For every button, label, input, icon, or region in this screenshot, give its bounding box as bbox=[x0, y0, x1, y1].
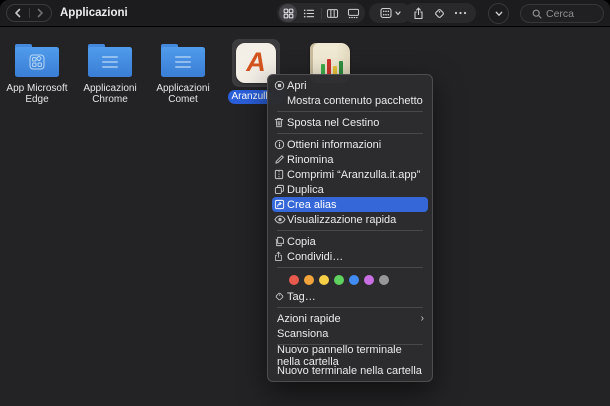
window-title: Applicazioni bbox=[60, 7, 128, 19]
forward-button[interactable] bbox=[30, 5, 52, 21]
tag-green[interactable] bbox=[334, 275, 344, 285]
toolbar-overflow-button[interactable] bbox=[488, 3, 509, 24]
file-item-applicazioni-chrome[interactable]: Applicazioni Chrome bbox=[73, 44, 147, 105]
menu-item-azioni-rapide[interactable]: Azioni rapide › bbox=[268, 311, 432, 326]
tag-red[interactable] bbox=[289, 275, 299, 285]
group-by-icon bbox=[379, 7, 392, 19]
ellipsis-icon bbox=[454, 11, 467, 15]
grid-view-icon bbox=[283, 8, 294, 19]
file-label: Applicazioni Comet bbox=[156, 83, 210, 105]
chevron-down-small-icon bbox=[394, 10, 401, 16]
share-icon bbox=[274, 251, 287, 262]
file-label: App Microsoft Edge bbox=[6, 83, 68, 105]
copy-icon bbox=[274, 236, 287, 247]
menu-separator bbox=[277, 133, 423, 134]
menu-item-mostra-contenuto-pacchetto[interactable]: Mostra contenuto pacchetto bbox=[268, 93, 432, 108]
tag-icon bbox=[274, 291, 287, 302]
menu-separator bbox=[277, 307, 423, 308]
column-view-icon bbox=[326, 8, 339, 19]
file-browser-area[interactable]: App Microsoft Edge Applicazioni Chrome A… bbox=[0, 28, 610, 406]
tags-button[interactable] bbox=[433, 3, 446, 23]
column-view-button[interactable] bbox=[322, 3, 343, 23]
folder-list-icon bbox=[88, 44, 132, 77]
list-view-icon bbox=[303, 8, 315, 19]
tag-yellow[interactable] bbox=[319, 275, 329, 285]
tag-icon bbox=[433, 7, 446, 20]
menu-separator bbox=[277, 230, 423, 231]
share-button[interactable] bbox=[413, 3, 424, 23]
trash-icon bbox=[274, 117, 287, 128]
menu-item-tag[interactable]: Tag… bbox=[268, 289, 432, 304]
menu-separator bbox=[277, 111, 423, 112]
search-icon bbox=[532, 9, 542, 19]
chevron-right-icon bbox=[36, 8, 44, 18]
aranzulla-logo: A bbox=[246, 46, 266, 77]
nav-buttons bbox=[6, 4, 52, 22]
info-icon bbox=[274, 139, 287, 150]
tag-orange[interactable] bbox=[304, 275, 314, 285]
menu-item-copia[interactable]: Copia bbox=[268, 234, 432, 249]
search-placeholder: Cerca bbox=[546, 7, 575, 20]
pencil-icon bbox=[274, 154, 287, 165]
menu-item-duplica[interactable]: Duplica bbox=[268, 182, 432, 197]
search-field[interactable]: Cerca bbox=[520, 4, 604, 23]
back-button[interactable] bbox=[7, 5, 29, 21]
compress-icon bbox=[274, 169, 287, 180]
menu-separator bbox=[277, 267, 423, 268]
file-item-applicazioni-comet[interactable]: Applicazioni Comet bbox=[146, 44, 220, 105]
menu-item-comprimi[interactable]: Comprimi “Aranzulla.it.app” bbox=[268, 167, 432, 182]
chevron-left-icon bbox=[14, 8, 22, 18]
file-label: Applicazioni Chrome bbox=[83, 83, 137, 105]
menu-item-rinomina[interactable]: Rinomina bbox=[268, 152, 432, 167]
folder-list-icon bbox=[161, 44, 205, 77]
toolbar: Applicazioni Cerca bbox=[0, 0, 610, 27]
share-icon bbox=[413, 7, 424, 20]
tag-blue[interactable] bbox=[349, 275, 359, 285]
menu-item-nuovo-terminale[interactable]: Nuovo terminale nella cartella bbox=[268, 363, 432, 378]
eye-icon bbox=[274, 215, 287, 224]
alias-icon bbox=[274, 199, 287, 210]
menu-item-scansiona[interactable]: Scansiona bbox=[268, 326, 432, 341]
view-segmented-control bbox=[277, 3, 365, 23]
tag-purple[interactable] bbox=[364, 275, 374, 285]
duplicate-icon bbox=[274, 184, 287, 195]
gallery-view-button[interactable] bbox=[343, 3, 364, 23]
submenu-chevron-icon: › bbox=[420, 313, 424, 324]
open-icon bbox=[274, 80, 287, 91]
finder-window: Applicazioni Cerca App Microsoft Edge Ap… bbox=[0, 0, 610, 406]
menu-item-condividi[interactable]: Condividi… bbox=[268, 249, 432, 264]
icon-view-button[interactable] bbox=[278, 3, 299, 23]
menu-item-sposta-nel-cestino[interactable]: Sposta nel Cestino bbox=[268, 115, 432, 130]
menu-item-crea-alias[interactable]: Crea alias bbox=[272, 197, 428, 212]
menu-item-nuovo-pannello-terminale[interactable]: Nuovo pannello terminale nella cartella bbox=[268, 344, 432, 368]
list-view-button[interactable] bbox=[299, 3, 320, 23]
menu-item-ottieni-informazioni[interactable]: Ottieni informazioni bbox=[268, 137, 432, 152]
context-menu: Apri Mostra contenuto pacchetto Sposta n… bbox=[267, 74, 433, 382]
chevron-down-icon bbox=[495, 11, 503, 17]
gallery-view-icon bbox=[347, 8, 360, 19]
menu-item-visualizzazione-rapida[interactable]: Visualizzazione rapida bbox=[268, 212, 432, 227]
tag-color-row bbox=[268, 271, 432, 289]
folder-apps-icon bbox=[15, 44, 59, 77]
tag-gray[interactable] bbox=[379, 275, 389, 285]
more-actions-button[interactable] bbox=[454, 3, 467, 23]
actions-group bbox=[404, 3, 476, 23]
segment-divider bbox=[320, 7, 322, 19]
file-item-app-microsoft-edge[interactable]: App Microsoft Edge bbox=[0, 44, 74, 105]
menu-item-apri[interactable]: Apri bbox=[268, 78, 432, 93]
